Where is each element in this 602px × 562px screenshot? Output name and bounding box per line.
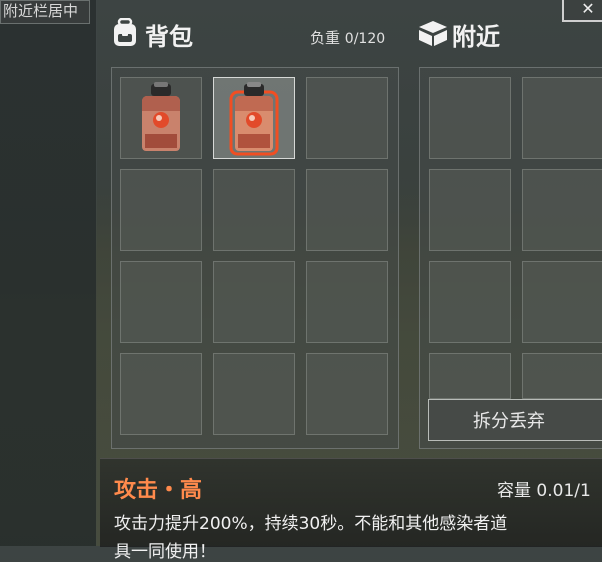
item-name: 攻击・高 (114, 478, 203, 503)
item-capacity: 容量 0.01/1 (497, 476, 591, 501)
backpack-slot[interactable] (306, 77, 388, 159)
backpack-slot[interactable] (120, 353, 202, 435)
capacity-label: 容量 (497, 481, 531, 501)
nearby-title: 附近 (452, 23, 500, 51)
background-side-panel (0, 0, 97, 546)
nearby-slot[interactable] (429, 261, 511, 343)
nearby-slot[interactable] (429, 353, 511, 399)
backpack-grid (120, 77, 388, 435)
backpack-slot[interactable] (306, 169, 388, 251)
capacity-value: 0.01/1 (536, 481, 591, 501)
backpack-slot-selected[interactable] (213, 77, 295, 159)
background-tab[interactable]: 附近栏居中 (0, 0, 90, 24)
backpack-slot[interactable] (306, 261, 388, 343)
orange-potion-bottle-icon (229, 82, 279, 156)
nearby-slot[interactable] (522, 169, 602, 251)
split-discard-button[interactable]: 拆分丢弃 (428, 399, 602, 441)
backpack-slot[interactable] (213, 261, 295, 343)
backpack-slot[interactable] (213, 353, 295, 435)
close-icon: ✕ (581, 0, 595, 18)
nearby-slot[interactable] (522, 77, 602, 159)
nearby-grid (429, 77, 602, 435)
weight-label: 负重 (310, 29, 341, 47)
backpack-slot[interactable] (306, 353, 388, 435)
nearby-slot[interactable] (522, 353, 602, 399)
nearby-slot[interactable] (429, 169, 511, 251)
nearby-slot[interactable] (522, 261, 602, 343)
weight-indicator: 负重 0/120 (310, 27, 385, 48)
weight-value: 0/120 (344, 31, 386, 47)
backpack-icon (112, 17, 138, 52)
split-discard-label: 拆分丢弃 (473, 411, 545, 432)
boxes-icon (417, 19, 449, 51)
close-button[interactable]: ✕ (562, 0, 602, 22)
orange-potion-bottle-icon (142, 82, 180, 151)
backpack-slot[interactable] (120, 77, 202, 159)
item-description-line2: 具一同使用！ (114, 542, 216, 562)
backpack-title: 背包 (145, 23, 193, 51)
backpack-slot[interactable] (120, 169, 202, 251)
backpack-slot[interactable] (120, 261, 202, 343)
backpack-slot[interactable] (213, 169, 295, 251)
background-tab-label: 附近栏居中 (3, 2, 79, 20)
nearby-slot[interactable] (429, 77, 511, 159)
